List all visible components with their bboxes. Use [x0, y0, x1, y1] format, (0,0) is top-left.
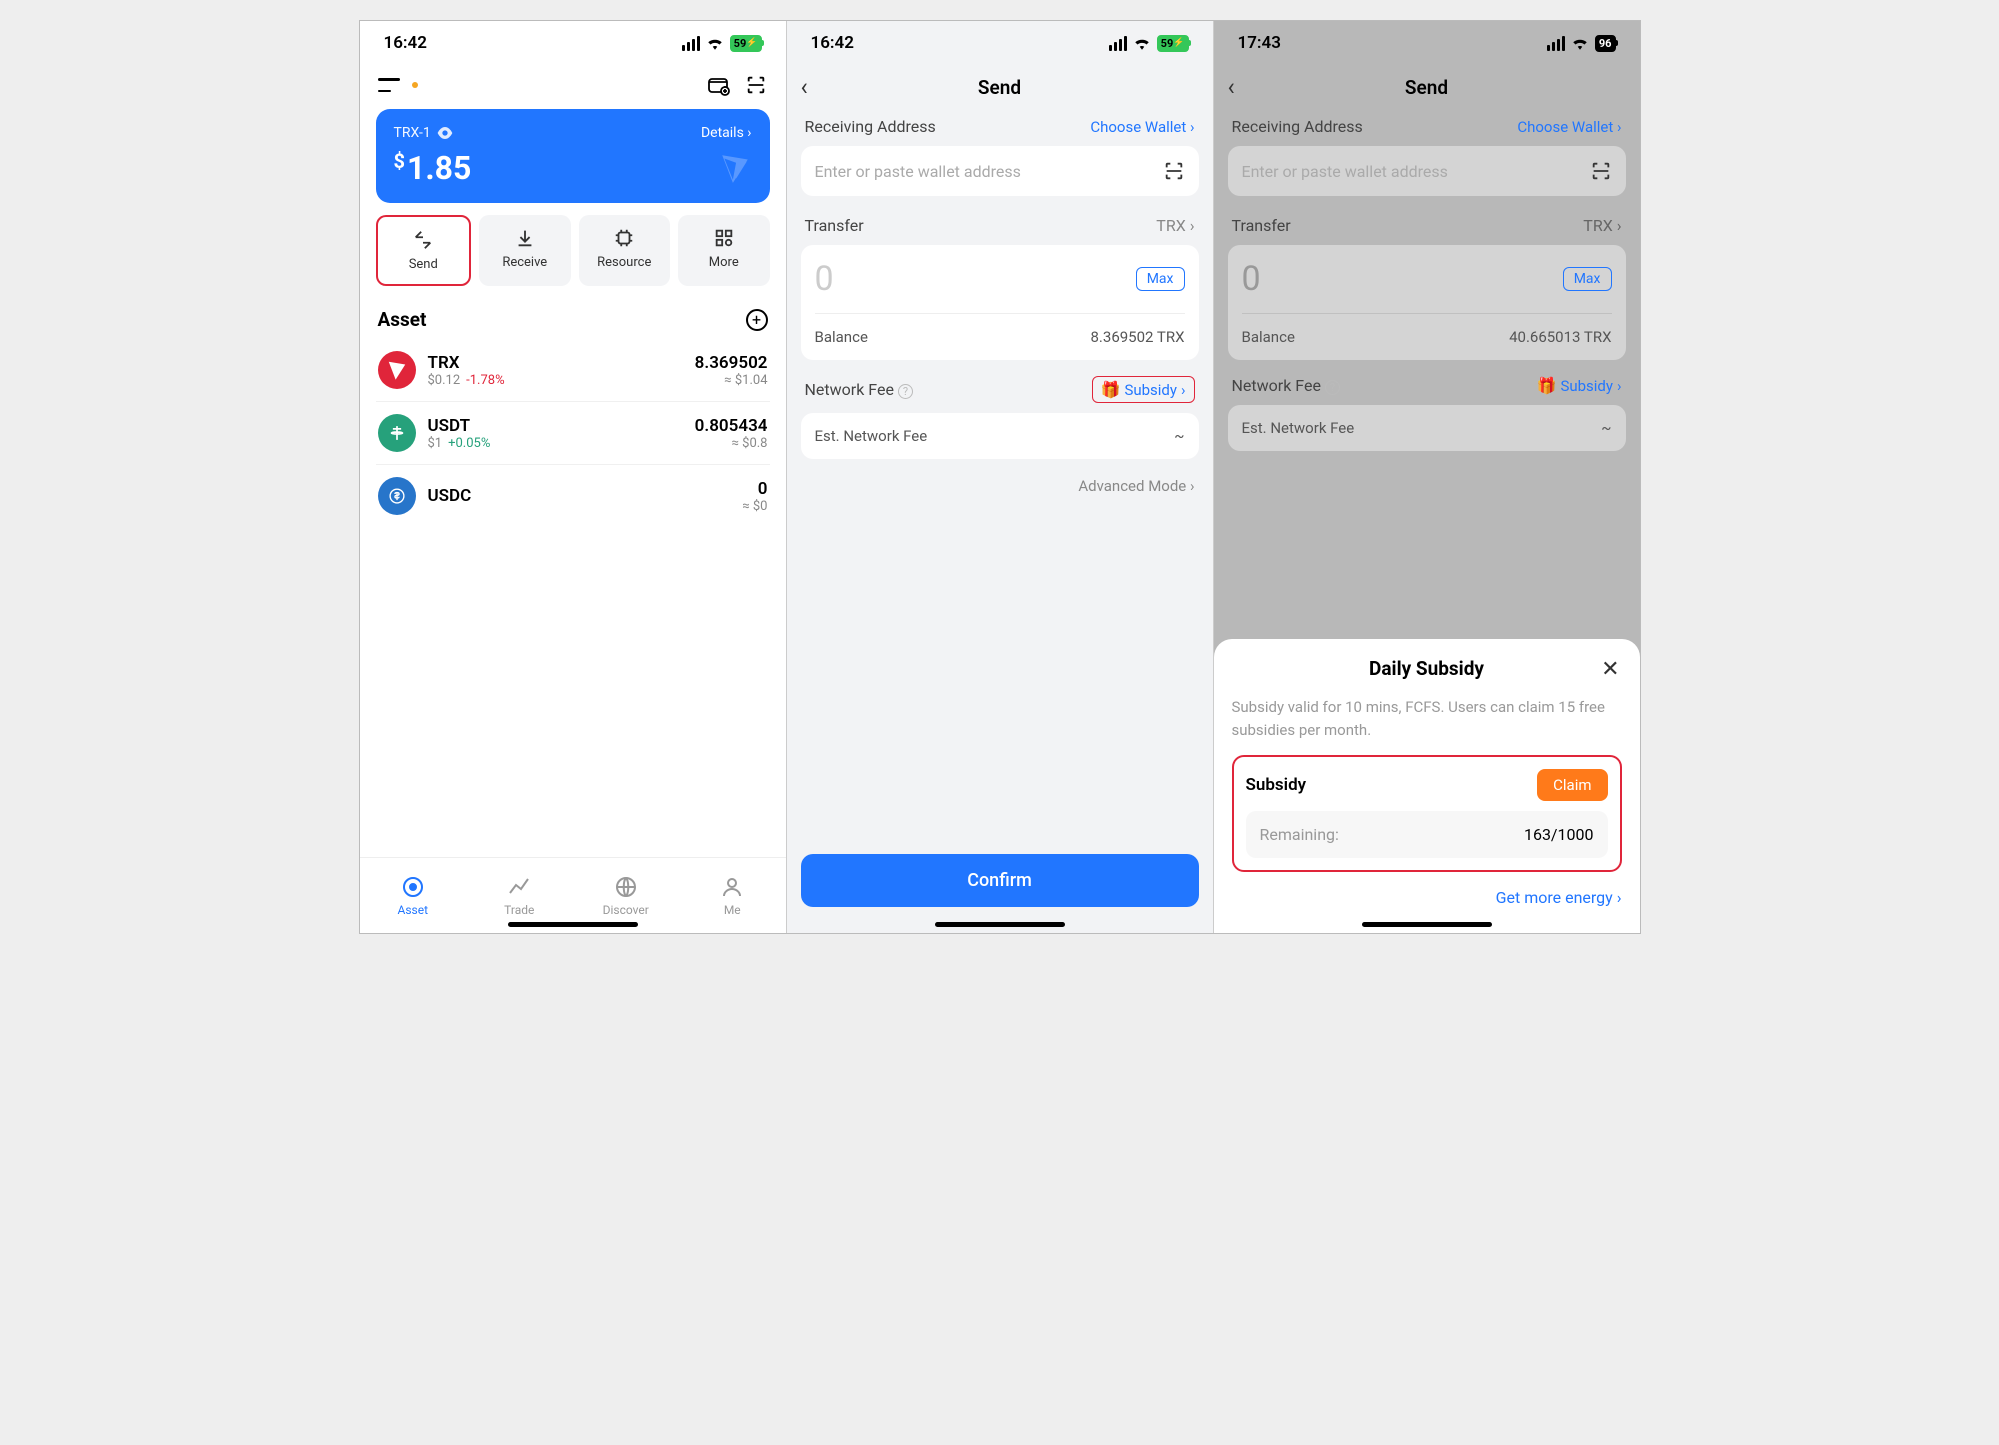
resource-icon	[613, 227, 635, 249]
scan-icon[interactable]	[1163, 160, 1185, 182]
subsidy-sheet: Daily Subsidy ✕ Subsidy valid for 10 min…	[1214, 639, 1640, 933]
signal-icon	[1109, 36, 1127, 51]
amount-input[interactable]: 0	[1242, 259, 1261, 299]
page-title: Send	[801, 76, 1199, 99]
choose-wallet-link[interactable]: Choose Wallet ›	[1517, 118, 1621, 136]
help-icon[interactable]: ?	[1325, 380, 1340, 395]
balance-label: Balance	[1242, 328, 1295, 346]
claim-button[interactable]: Claim	[1537, 769, 1607, 801]
receive-action[interactable]: Receive	[479, 215, 571, 286]
signal-icon	[682, 36, 700, 51]
scan-icon[interactable]	[744, 73, 768, 97]
asset-row[interactable]: USDT $1+0.05% 0.805434 ≈ $0.8	[376, 402, 770, 465]
status-bar: 16:42 59⚡	[360, 21, 786, 65]
asset-row[interactable]: TRX $0.12-1.78% 8.369502 ≈ $1.04	[376, 339, 770, 402]
est-fee-value: ~	[1601, 419, 1611, 437]
phone-send-screen: 16:42 59⚡ ‹ Send Receiving Address Choos…	[787, 21, 1213, 933]
address-input[interactable]	[1242, 162, 1590, 181]
status-bar: 16:42 59⚡	[787, 21, 1213, 65]
help-icon[interactable]: ?	[898, 384, 913, 399]
choose-wallet-link[interactable]: Choose Wallet ›	[1090, 118, 1194, 136]
balance-label: Balance	[815, 328, 868, 346]
more-action[interactable]: More	[678, 215, 770, 286]
details-link[interactable]: Details ›	[701, 125, 752, 141]
send-icon	[412, 229, 434, 251]
send-action[interactable]: Send	[376, 215, 472, 286]
me-tab-icon	[720, 875, 744, 899]
transfer-coin[interactable]: TRX ›	[1583, 216, 1621, 235]
scan-icon[interactable]	[1590, 160, 1612, 182]
address-input[interactable]	[815, 162, 1163, 181]
est-fee-value: ~	[1174, 427, 1184, 445]
sheet-title: Daily Subsidy	[1369, 657, 1484, 680]
usdc-coin-icon	[378, 477, 416, 515]
est-fee-label: Est. Network Fee	[1242, 419, 1355, 437]
phone-subsidy-sheet-screen: 17:43 96 ‹ Send Receiving Address Choose…	[1214, 21, 1640, 933]
battery-icon: 59⚡	[730, 35, 762, 52]
tab-me[interactable]: Me	[679, 858, 786, 933]
balance-card[interactable]: TRX-1 Details › $1.85	[376, 109, 770, 203]
transfer-coin[interactable]: TRX ›	[1156, 216, 1194, 235]
wifi-icon	[706, 36, 724, 50]
wallet-name: TRX-1	[394, 125, 431, 141]
home-indicator[interactable]	[1362, 922, 1492, 927]
home-indicator[interactable]	[935, 922, 1065, 927]
more-icon	[713, 227, 735, 249]
menu-icon[interactable]	[378, 78, 400, 92]
wifi-icon	[1571, 36, 1589, 50]
trx-coin-icon	[378, 351, 416, 389]
tron-logo-icon	[718, 151, 752, 185]
battery-icon: 96	[1595, 35, 1616, 52]
notification-dot	[412, 82, 418, 88]
phone-asset-screen: 16:42 59⚡ TRX-1 Details ›	[360, 21, 786, 933]
resource-action[interactable]: Resource	[579, 215, 671, 286]
subsidy-label: Subsidy	[1246, 775, 1307, 795]
add-wallet-icon[interactable]	[706, 73, 730, 97]
subsidy-claim-box: Subsidy Claim Remaining: 163/1000	[1232, 755, 1622, 872]
close-icon[interactable]: ✕	[1601, 657, 1619, 682]
add-asset-button[interactable]: +	[746, 309, 768, 331]
gift-icon: 🎁	[1537, 376, 1557, 395]
signal-icon	[1547, 36, 1565, 51]
status-bar: 17:43 96	[1214, 21, 1640, 65]
network-fee-label: Network Fee?	[1232, 376, 1340, 395]
sheet-note: Subsidy valid for 10 mins, FCFS. Users c…	[1232, 696, 1622, 741]
receiving-address-label: Receiving Address	[1232, 117, 1363, 136]
subsidy-link[interactable]: 🎁Subsidy ›	[1537, 376, 1622, 395]
balance-value: 40.665013 TRX	[1509, 328, 1611, 346]
trade-tab-icon	[507, 875, 531, 899]
amount-input[interactable]: 0	[815, 259, 834, 299]
advanced-mode-link[interactable]: Advanced Mode ›	[787, 475, 1213, 497]
wifi-icon	[1133, 36, 1151, 50]
asset-tab-icon	[401, 875, 425, 899]
tab-asset[interactable]: Asset	[360, 858, 467, 933]
battery-icon: 59⚡	[1157, 35, 1189, 52]
asset-heading: Asset	[378, 308, 427, 331]
balance-amount: $1.85	[394, 149, 752, 187]
est-fee-label: Est. Network Fee	[815, 427, 928, 445]
remaining-value: 163/1000	[1524, 825, 1594, 844]
receive-icon	[514, 227, 536, 249]
home-indicator[interactable]	[508, 922, 638, 927]
usdt-coin-icon	[378, 414, 416, 452]
discover-tab-icon	[614, 875, 638, 899]
max-button[interactable]: Max	[1563, 267, 1612, 291]
status-time: 16:42	[811, 33, 854, 53]
receiving-address-label: Receiving Address	[805, 117, 936, 136]
transfer-label: Transfer	[1232, 216, 1291, 235]
max-button[interactable]: Max	[1136, 267, 1185, 291]
subsidy-link[interactable]: 🎁Subsidy ›	[1092, 376, 1195, 403]
eye-icon	[437, 127, 453, 139]
confirm-button[interactable]: Confirm	[801, 854, 1199, 907]
status-time: 16:42	[384, 33, 427, 53]
asset-row[interactable]: USDC 0 ≈ $0	[376, 465, 770, 527]
page-title: Send	[1228, 76, 1626, 99]
remaining-label: Remaining:	[1260, 825, 1339, 844]
transfer-label: Transfer	[805, 216, 864, 235]
gift-icon: 🎁	[1101, 380, 1121, 399]
status-time: 17:43	[1238, 33, 1281, 53]
get-more-energy-link[interactable]: Get more energy ›	[1232, 888, 1622, 907]
network-fee-label: Network Fee?	[805, 380, 913, 399]
balance-value: 8.369502 TRX	[1091, 328, 1185, 346]
